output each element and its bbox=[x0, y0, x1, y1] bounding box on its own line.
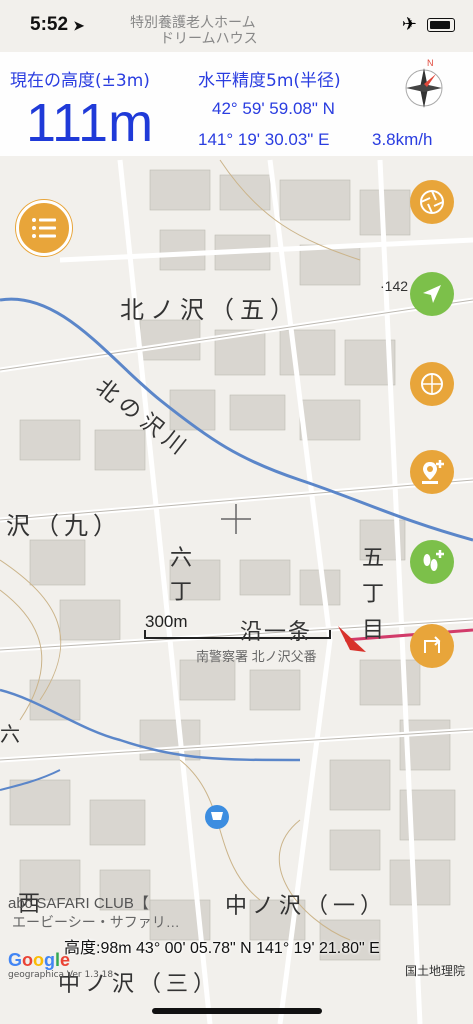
menu-button[interactable] bbox=[16, 200, 72, 256]
map-layer-button[interactable] bbox=[410, 180, 454, 224]
map-label-ichijo: 沿一条 bbox=[240, 619, 313, 644]
location-arrow-icon bbox=[423, 285, 441, 303]
shutter-icon bbox=[420, 190, 444, 214]
map-label-district-9: 沢（九） bbox=[6, 513, 122, 540]
poi-name[interactable]: abc SAFARI CLUB【 bbox=[8, 892, 149, 913]
footprints-plus-icon bbox=[423, 550, 444, 571]
location-arrow-icon: ➤ bbox=[73, 18, 85, 33]
footer-coordinates: 高度:98m 43° 00' 05.78" N 141° 19' 21.80" … bbox=[64, 940, 380, 957]
map-label-me: 目 bbox=[362, 617, 385, 642]
map-label-cho2: 丁 bbox=[362, 581, 385, 606]
gsi-attribution[interactable]: 国土地理院 bbox=[405, 962, 465, 979]
longitude-value: 141° 19' 30.03" E bbox=[198, 130, 330, 149]
map-label-bus: 南警察署 北ノ沢父番 bbox=[196, 649, 317, 664]
route-button[interactable] bbox=[410, 624, 454, 668]
map-label-roku2: 六 bbox=[0, 724, 20, 746]
map-label-go: 五 bbox=[362, 545, 385, 570]
app-version: geographica Ver 1.3.18 bbox=[8, 970, 114, 980]
airplane-icon: ✈ bbox=[401, 14, 417, 35]
altitude-label: 現在の高度(±3m) bbox=[10, 71, 150, 91]
map-label-district-5: 北ノ沢（五） bbox=[120, 297, 300, 324]
status-icons: ✈ bbox=[402, 14, 455, 35]
svg-text:N: N bbox=[427, 58, 434, 68]
pin-plus-icon bbox=[422, 460, 444, 484]
add-pin-button[interactable] bbox=[410, 450, 454, 494]
scale-label: 300m bbox=[145, 612, 188, 631]
list-icon bbox=[32, 218, 56, 238]
current-location-button[interactable] bbox=[410, 272, 454, 316]
speed-value: 3.8km/h bbox=[372, 130, 433, 149]
shop-pin-icon bbox=[205, 805, 229, 829]
info-panel: 現在の高度(±3m) 水平精度5m(半径) 111m 42° 59' 59.08… bbox=[0, 52, 473, 156]
accuracy-label: 水平精度5m(半径) bbox=[198, 71, 341, 91]
map-label-naka1: 中ノ沢（一） bbox=[225, 893, 388, 918]
latitude-value: 42° 59' 59.08" N bbox=[212, 99, 335, 118]
status-time-text: 5:52 bbox=[30, 14, 69, 35]
google-logo: Google bbox=[8, 950, 71, 970]
heading-up-button[interactable] bbox=[410, 362, 454, 406]
map-label-cho: 丁 bbox=[170, 579, 193, 604]
compass-icon[interactable]: N bbox=[398, 54, 450, 114]
route-icon bbox=[424, 636, 441, 653]
battery-icon bbox=[427, 17, 455, 32]
compass-rose-icon bbox=[421, 373, 443, 395]
home-indicator[interactable] bbox=[152, 1008, 322, 1014]
map-label-spot: ·142 bbox=[380, 278, 409, 294]
status-bar: 5:52 ➤ ✈ bbox=[0, 0, 473, 46]
status-time: 5:52 ➤ bbox=[30, 14, 84, 36]
poi-subtitle[interactable]: エービーシー・サファリ… bbox=[12, 912, 180, 932]
map-label-roku: 六 bbox=[170, 545, 193, 570]
altitude-value: 111m bbox=[26, 93, 154, 153]
add-track-button[interactable] bbox=[410, 540, 454, 584]
